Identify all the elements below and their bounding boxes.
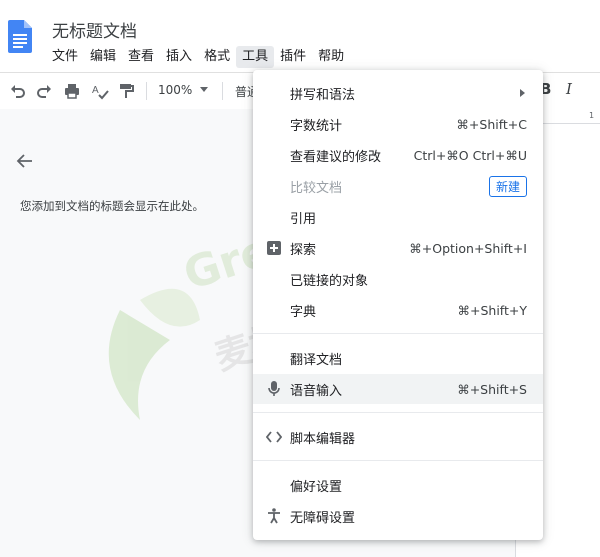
menu-item-script-editor[interactable]: 脚本编辑器: [253, 422, 543, 452]
menu-item-voice-typing[interactable]: 语音输入 ⌘+Shift+S: [253, 374, 543, 404]
menu-item-citations[interactable]: 引用: [253, 202, 543, 232]
tools-menu: 拼写和语法 字数统计 ⌘+Shift+C 查看建议的修改 Ctrl+⌘O Ctr…: [253, 70, 543, 540]
menu-item-label: 已链接的对象: [290, 273, 369, 289]
menu-item-accessibility[interactable]: 无障碍设置: [253, 501, 543, 531]
outline-hint: 您添加到文档的标题会显示在此处。: [20, 199, 204, 213]
menu-addons[interactable]: 插件: [274, 46, 312, 68]
italic-icon[interactable]: I: [566, 80, 572, 98]
toolbar-divider: [222, 82, 223, 100]
chevron-right-icon: [520, 89, 525, 97]
menu-item-review-suggestions[interactable]: 查看建议的修改 Ctrl+⌘O Ctrl+⌘U: [253, 140, 543, 170]
menu-item-label: 查看建议的修改: [290, 149, 382, 165]
undo-icon[interactable]: [8, 81, 28, 101]
menu-item-label: 拼写和语法: [290, 87, 356, 103]
menu-item-label: 翻译文档: [290, 352, 343, 368]
spellcheck-icon[interactable]: A: [90, 81, 110, 101]
menu-item-label: 字数统计: [290, 118, 343, 134]
menu-item-translate[interactable]: 翻译文档: [253, 343, 543, 373]
shortcut-label: ⌘+Shift+Y: [457, 302, 528, 318]
explore-icon: [265, 239, 283, 257]
microphone-icon: [265, 380, 283, 398]
menu-insert[interactable]: 插入: [160, 46, 198, 68]
menu-tools[interactable]: 工具: [236, 46, 275, 68]
menu-item-dictionary[interactable]: 字典 ⌘+Shift+Y: [253, 295, 543, 325]
new-badge: 新建: [488, 176, 527, 197]
menu-divider: [253, 333, 543, 334]
menu-divider: [253, 460, 543, 461]
menu-item-label: 偏好设置: [290, 479, 343, 495]
chevron-down-icon[interactable]: [200, 87, 208, 92]
menu-item-preferences[interactable]: 偏好设置: [253, 470, 543, 500]
accessibility-icon: [265, 507, 283, 525]
menubar: 文件 编辑 查看 插入 格式 工具 插件 帮助: [46, 46, 350, 68]
menu-item-label: 引用: [290, 211, 317, 227]
shortcut-label: ⌘+Shift+S: [457, 381, 527, 397]
ruler-mark: 1: [589, 111, 595, 120]
menu-item-word-count[interactable]: 字数统计 ⌘+Shift+C: [253, 109, 543, 139]
redo-icon[interactable]: [34, 81, 54, 101]
menu-item-label: 探索: [290, 242, 317, 258]
menu-help[interactable]: 帮助: [312, 46, 350, 68]
toolbar-divider: [146, 82, 147, 100]
print-icon[interactable]: [62, 81, 82, 101]
header-bar: 无标题文档 文件 编辑 查看 插入 格式 工具 插件 帮助: [0, 0, 600, 72]
docs-logo-icon[interactable]: [8, 20, 32, 53]
menu-item-spelling[interactable]: 拼写和语法: [253, 78, 543, 108]
menu-view[interactable]: 查看: [122, 46, 160, 68]
menu-item-label: 比较文档: [290, 180, 343, 196]
shortcut-label: Ctrl+⌘O Ctrl+⌘U: [413, 147, 527, 163]
menu-file[interactable]: 文件: [46, 46, 84, 68]
code-icon: [265, 428, 283, 446]
menu-item-explore[interactable]: 探索 ⌘+Option+Shift+I: [253, 233, 543, 263]
menu-item-label: 无障碍设置: [290, 510, 356, 526]
menu-item-label: 字典: [290, 304, 317, 320]
back-arrow-icon[interactable]: [14, 150, 36, 172]
svg-text:A: A: [92, 85, 99, 96]
menu-item-label: 脚本编辑器: [290, 431, 356, 447]
menu-edit[interactable]: 编辑: [84, 46, 122, 68]
document-title[interactable]: 无标题文档: [52, 17, 137, 42]
paint-format-icon[interactable]: [116, 81, 136, 101]
zoom-select[interactable]: 100%: [158, 83, 192, 97]
shortcut-label: ⌘+Shift+C: [456, 116, 527, 132]
menu-item-label: 语音输入: [290, 383, 343, 399]
menu-item-compare-documents: 比较文档 新建: [253, 171, 543, 201]
menu-item-linked-objects[interactable]: 已链接的对象: [253, 264, 543, 294]
shortcut-label: ⌘+Option+Shift+I: [409, 240, 527, 256]
menu-divider: [253, 412, 543, 413]
menu-format[interactable]: 格式: [198, 46, 236, 68]
